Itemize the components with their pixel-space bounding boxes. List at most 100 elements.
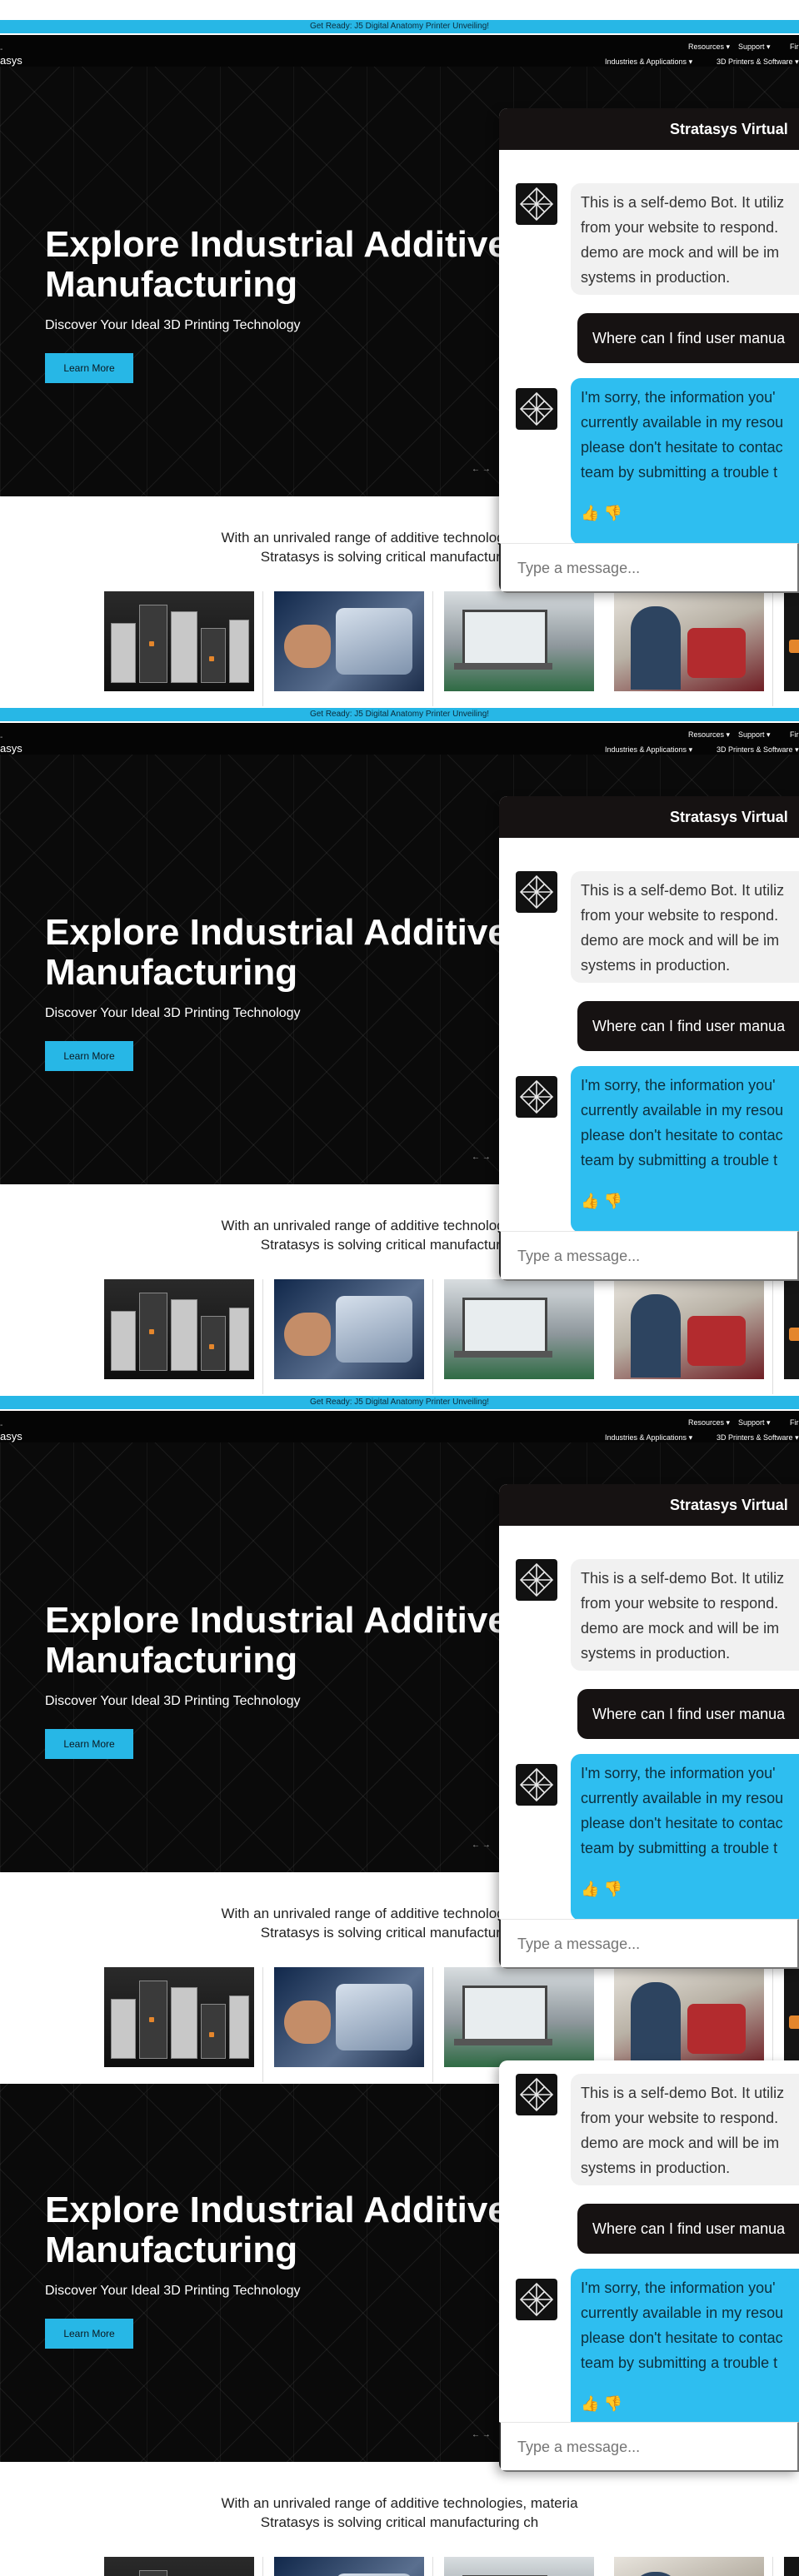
nav-industries[interactable]: Industries & Applications ▾ bbox=[605, 57, 692, 67]
nav-dash: - bbox=[0, 45, 3, 54]
promo-banner[interactable]: Get Ready: J5 Digital Anatomy Printer Un… bbox=[0, 20, 799, 35]
carousel-arrows[interactable]: ← → bbox=[472, 2430, 491, 2439]
hero-subtitle: Discover Your Ideal 3D Printing Technolo… bbox=[45, 2284, 301, 2298]
feedback-buttons: 👍 👎 bbox=[581, 1191, 622, 1211]
bot-reply-message: I'm sorry, the information you' currentl… bbox=[571, 1066, 799, 1233]
nav-support[interactable]: Support ▾ bbox=[738, 42, 771, 52]
orange-square-icon bbox=[789, 640, 799, 653]
learn-more-button[interactable]: Learn More bbox=[45, 353, 133, 383]
nav-industries[interactable]: Industries & Applications ▾ bbox=[605, 745, 692, 755]
thumbnail-partial[interactable] bbox=[784, 2557, 799, 2576]
nav-dash: - bbox=[0, 1421, 3, 1430]
thumbs-up-icon[interactable]: 👍 bbox=[581, 2395, 599, 2412]
thumbnail-laptop[interactable] bbox=[444, 1967, 594, 2067]
site-logo[interactable]: asys bbox=[0, 55, 22, 67]
promo-banner[interactable]: Get Ready: J5 Digital Anatomy Printer Un… bbox=[0, 1396, 799, 1411]
hero-title: Explore Industrial Additive Manufacturin… bbox=[45, 912, 508, 993]
orange-square-icon bbox=[789, 1328, 799, 1341]
thumbnail-hand-part[interactable] bbox=[274, 591, 424, 691]
learn-more-button[interactable]: Learn More bbox=[45, 1041, 133, 1071]
learn-more-button[interactable]: Learn More bbox=[45, 2319, 133, 2349]
bot-intro-message: This is a self-demo Bot. It utiliz from … bbox=[571, 871, 799, 983]
user-message: Where can I find user manua bbox=[577, 2204, 799, 2254]
chevron-down-icon: ▾ bbox=[767, 42, 771, 51]
stratasys-logo-icon bbox=[516, 871, 557, 913]
thumbs-down-icon[interactable]: 👎 bbox=[603, 1881, 622, 1897]
thumbnail-worker[interactable] bbox=[614, 1279, 764, 1379]
carousel-arrows[interactable]: ← → bbox=[472, 1841, 491, 1850]
chevron-down-icon: ▾ bbox=[688, 1433, 693, 1442]
chat-message-input[interactable] bbox=[499, 1919, 799, 1969]
thumbnail-partial[interactable] bbox=[784, 591, 799, 691]
site-logo[interactable]: asys bbox=[0, 1431, 22, 1442]
feedback-buttons: 👍 👎 bbox=[581, 1879, 622, 1899]
chevron-down-icon: ▾ bbox=[688, 57, 693, 66]
user-message: Where can I find user manua bbox=[577, 313, 799, 363]
site-logo[interactable]: asys bbox=[0, 743, 22, 755]
top-navigation: - Resources ▾ Support ▾ Fir Industries &… bbox=[0, 1411, 799, 1446]
thumbnail-printers[interactable] bbox=[104, 591, 254, 691]
thumbnail-hand-part[interactable] bbox=[274, 1279, 424, 1379]
user-message: Where can I find user manua bbox=[577, 1001, 799, 1051]
nav-resources[interactable]: Resources ▾ bbox=[688, 42, 730, 52]
chat-message-input[interactable] bbox=[499, 543, 799, 593]
bot-reply-message: I'm sorry, the information you' currentl… bbox=[571, 1754, 799, 1921]
nav-find[interactable]: Fir bbox=[790, 730, 799, 740]
hero-title: Explore Industrial Additive Manufacturin… bbox=[45, 1600, 508, 1681]
thumbnail-partial[interactable] bbox=[784, 1279, 799, 1379]
thumbnail-laptop[interactable] bbox=[444, 2557, 594, 2576]
thumbnail-printers[interactable] bbox=[104, 1279, 254, 1379]
learn-more-button[interactable]: Learn More bbox=[45, 1729, 133, 1759]
nav-support[interactable]: Support ▾ bbox=[738, 730, 771, 740]
tagline: With an unrivaled range of additive tech… bbox=[0, 2494, 799, 2532]
nav-resources[interactable]: Resources ▾ bbox=[688, 730, 730, 740]
thumbnail-worker[interactable] bbox=[614, 591, 764, 691]
thumbnail-worker[interactable] bbox=[614, 1967, 764, 2067]
thumbnail-hand-part[interactable] bbox=[274, 1967, 424, 2067]
thumbs-down-icon[interactable]: 👎 bbox=[603, 2395, 622, 2412]
hero-subtitle: Discover Your Ideal 3D Printing Technolo… bbox=[45, 318, 301, 332]
thumbs-up-icon[interactable]: 👍 bbox=[581, 1193, 599, 1209]
chat-header: Stratasys Virtual bbox=[499, 108, 799, 150]
thumbs-up-icon[interactable]: 👍 bbox=[581, 1881, 599, 1897]
thumbnail-partial[interactable] bbox=[784, 1967, 799, 2067]
chevron-down-icon: ▾ bbox=[726, 42, 731, 51]
carousel-arrows[interactable]: ← → bbox=[472, 1153, 491, 1162]
hero-title: Explore Industrial Additive Manufacturin… bbox=[45, 224, 508, 305]
bot-intro-message: This is a self-demo Bot. It utiliz from … bbox=[571, 2074, 799, 2185]
stratasys-logo-icon bbox=[516, 388, 557, 430]
nav-industries[interactable]: Industries & Applications ▾ bbox=[605, 1432, 692, 1442]
chat-window-4: This is a self-demo Bot. It utiliz from … bbox=[499, 2060, 799, 2472]
stratasys-logo-icon bbox=[516, 1076, 557, 1118]
promo-banner[interactable]: Get Ready: J5 Digital Anatomy Printer Un… bbox=[0, 708, 799, 723]
nav-printers[interactable]: 3D Printers & Software ▾ bbox=[717, 1432, 799, 1442]
nav-find[interactable]: Fir bbox=[790, 42, 799, 52]
thumbs-down-icon[interactable]: 👎 bbox=[603, 1193, 622, 1209]
stratasys-logo-icon bbox=[516, 183, 557, 225]
chat-message-input[interactable] bbox=[499, 1231, 799, 1281]
nav-printers[interactable]: 3D Printers & Software ▾ bbox=[717, 57, 799, 67]
thumbs-down-icon[interactable]: 👎 bbox=[603, 505, 622, 521]
hero-title: Explore Industrial Additive Manufacturin… bbox=[45, 2190, 508, 2270]
thumbnail-printers[interactable] bbox=[104, 1967, 254, 2067]
stratasys-logo-icon bbox=[516, 2279, 557, 2320]
nav-resources[interactable]: Resources ▾ bbox=[688, 1418, 730, 1428]
carousel-arrows[interactable]: ← → bbox=[472, 465, 491, 474]
thumbnail-printers[interactable] bbox=[104, 2557, 254, 2576]
bot-reply-message: I'm sorry, the information you' currentl… bbox=[571, 2269, 799, 2435]
thumbnail-worker[interactable] bbox=[614, 2557, 764, 2576]
thumbs-up-icon[interactable]: 👍 bbox=[581, 505, 599, 521]
nav-support[interactable]: Support ▾ bbox=[738, 1418, 771, 1428]
nav-find[interactable]: Fir bbox=[790, 1418, 799, 1428]
thumbnail-hand-part[interactable] bbox=[274, 2557, 424, 2576]
bot-intro-message: This is a self-demo Bot. It utiliz from … bbox=[571, 1559, 799, 1671]
stratasys-logo-icon bbox=[516, 1764, 557, 1806]
thumbnail-laptop[interactable] bbox=[444, 1279, 594, 1379]
thumbnail-laptop[interactable] bbox=[444, 591, 594, 691]
stratasys-logo-icon bbox=[516, 2074, 557, 2115]
chat-message-input[interactable] bbox=[499, 2422, 799, 2472]
nav-printers[interactable]: 3D Printers & Software ▾ bbox=[717, 745, 799, 755]
chat-window-1: Stratasys Virtual This is a self-demo Bo… bbox=[499, 108, 799, 593]
chevron-down-icon: ▾ bbox=[767, 730, 771, 739]
chevron-down-icon: ▾ bbox=[795, 745, 799, 754]
